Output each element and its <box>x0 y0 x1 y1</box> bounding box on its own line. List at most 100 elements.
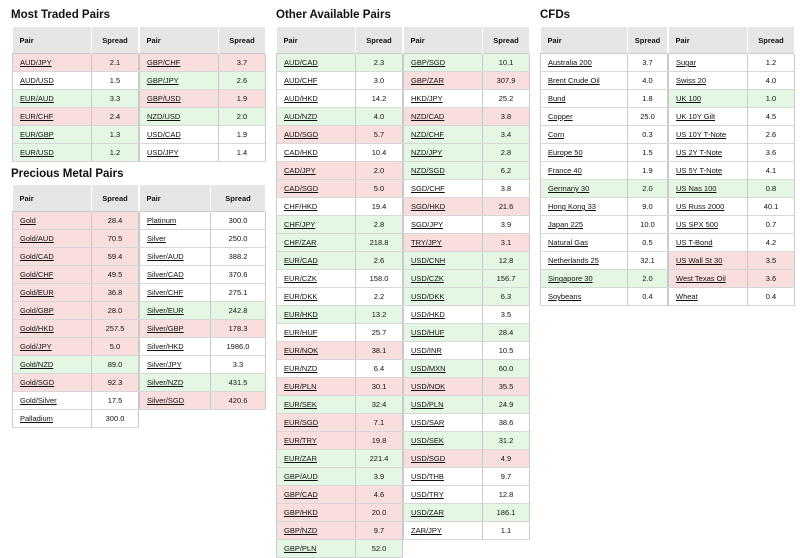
pair-link[interactable]: EUR/SGD <box>284 418 318 427</box>
pair-link[interactable]: GBP/CHF <box>147 58 180 67</box>
pair-link[interactable]: EUR/CZK <box>284 274 317 283</box>
pair-link[interactable]: AUD/USD <box>20 76 54 85</box>
pair-link[interactable]: USD/ZAR <box>411 508 444 517</box>
pair-link[interactable]: Gold/CAD <box>20 252 54 261</box>
pair-link[interactable]: GBP/NZD <box>284 526 317 535</box>
pair-link[interactable]: US Wall St 30 <box>676 256 722 265</box>
pair-link[interactable]: Gold/JPY <box>20 342 52 351</box>
pair-link[interactable]: USD/CZK <box>411 274 444 283</box>
pair-link[interactable]: Netherlands 25 <box>548 256 599 265</box>
pair-link[interactable]: Gold/NZD <box>20 360 53 369</box>
pair-link[interactable]: CHF/HKD <box>284 202 317 211</box>
pair-link[interactable]: Silver/JPY <box>147 360 182 369</box>
pair-link[interactable]: Gold <box>20 216 36 225</box>
pair-link[interactable]: Silver/HKD <box>147 342 184 351</box>
pair-link[interactable]: Singapore 30 <box>548 274 593 283</box>
pair-link[interactable]: SGD/HKD <box>411 202 445 211</box>
pair-link[interactable]: ZAR/JPY <box>411 526 442 535</box>
pair-link[interactable]: Gold/AUD <box>20 234 54 243</box>
pair-link[interactable]: EUR/PLN <box>284 382 317 391</box>
pair-link[interactable]: Silver/CHF <box>147 288 183 297</box>
pair-link[interactable]: EUR/CHF <box>20 112 53 121</box>
pair-link[interactable]: Bund <box>548 94 566 103</box>
pair-link[interactable]: Germany 30 <box>548 184 589 193</box>
pair-link[interactable]: HKD/JPY <box>411 94 443 103</box>
pair-link[interactable]: CAD/HKD <box>284 148 318 157</box>
pair-link[interactable]: Soybeans <box>548 292 581 301</box>
pair-link[interactable]: Gold/HKD <box>20 324 54 333</box>
pair-link[interactable]: Australia 200 <box>548 58 592 67</box>
pair-link[interactable]: CHF/ZAR <box>284 238 317 247</box>
pair-link[interactable]: Sugar <box>676 58 696 67</box>
pair-link[interactable]: NZD/USD <box>147 112 180 121</box>
pair-link[interactable]: US Russ 2000 <box>676 202 724 211</box>
pair-link[interactable]: Swiss 20 <box>676 76 706 85</box>
pair-link[interactable]: Gold/EUR <box>20 288 54 297</box>
pair-link[interactable]: Silver/NZD <box>147 378 183 387</box>
pair-link[interactable]: USD/PLN <box>411 400 444 409</box>
pair-link[interactable]: EUR/HUF <box>284 328 317 337</box>
pair-link[interactable]: US Nas 100 <box>676 184 716 193</box>
pair-link[interactable]: AUD/CHF <box>284 76 317 85</box>
pair-link[interactable]: EUR/GBP <box>20 130 54 139</box>
pair-link[interactable]: US 2Y T-Note <box>676 148 722 157</box>
pair-link[interactable]: TRY/JPY <box>411 238 442 247</box>
pair-link[interactable]: NZD/JPY <box>411 148 442 157</box>
pair-link[interactable]: EUR/AUD <box>20 94 54 103</box>
pair-link[interactable]: NZD/CAD <box>411 112 444 121</box>
pair-link[interactable]: GBP/AUD <box>284 472 318 481</box>
pair-link[interactable]: Silver <box>147 234 166 243</box>
pair-link[interactable]: USD/MXN <box>411 364 446 373</box>
pair-link[interactable]: EUR/NOK <box>284 346 318 355</box>
pair-link[interactable]: Silver/EUR <box>147 306 184 315</box>
pair-link[interactable]: USD/SAR <box>411 418 444 427</box>
pair-link[interactable]: GBP/SGD <box>411 58 445 67</box>
pair-link[interactable]: Brent Crude Oil <box>548 76 600 85</box>
pair-link[interactable]: EUR/DKK <box>284 292 317 301</box>
pair-link[interactable]: Copper <box>548 112 573 121</box>
pair-link[interactable]: US T-Bond <box>676 238 713 247</box>
pair-link[interactable]: Platinum <box>147 216 176 225</box>
pair-link[interactable]: Gold/CHF <box>20 270 53 279</box>
pair-link[interactable]: Gold/SGD <box>20 378 54 387</box>
pair-link[interactable]: EUR/NZD <box>284 364 317 373</box>
pair-link[interactable]: USD/JPY <box>147 148 179 157</box>
pair-link[interactable]: CHF/JPY <box>284 220 315 229</box>
pair-link[interactable]: Silver/GBP <box>147 324 184 333</box>
pair-link[interactable]: AUD/HKD <box>284 94 318 103</box>
pair-link[interactable]: Europe 50 <box>548 148 583 157</box>
pair-link[interactable]: Palladium <box>20 414 53 423</box>
pair-link[interactable]: West Texas Oil <box>676 274 726 283</box>
pair-link[interactable]: Hong Kong 33 <box>548 202 596 211</box>
pair-link[interactable]: Natural Gas <box>548 238 588 247</box>
pair-link[interactable]: Gold/GBP <box>20 306 54 315</box>
pair-link[interactable]: GBP/JPY <box>147 76 179 85</box>
pair-link[interactable]: US 5Y T-Note <box>676 166 722 175</box>
pair-link[interactable]: EUR/USD <box>20 148 54 157</box>
pair-link[interactable]: AUD/JPY <box>20 58 52 67</box>
pair-link[interactable]: NZD/CHF <box>411 130 444 139</box>
pair-link[interactable]: USD/HKD <box>411 310 445 319</box>
pair-link[interactable]: UK 100 <box>676 94 701 103</box>
pair-link[interactable]: CAD/JPY <box>284 166 316 175</box>
pair-link[interactable]: USD/SEK <box>411 436 444 445</box>
pair-link[interactable]: CAD/SGD <box>284 184 318 193</box>
pair-link[interactable]: EUR/ZAR <box>284 454 317 463</box>
pair-link[interactable]: EUR/TRY <box>284 436 317 445</box>
pair-link[interactable]: AUD/CAD <box>284 58 318 67</box>
pair-link[interactable]: AUD/NZD <box>284 112 317 121</box>
pair-link[interactable]: Silver/CAD <box>147 270 184 279</box>
pair-link[interactable]: France 40 <box>548 166 582 175</box>
pair-link[interactable]: USD/CNH <box>411 256 445 265</box>
pair-link[interactable]: GBP/USD <box>147 94 181 103</box>
pair-link[interactable]: UK 10Y Gilt <box>676 112 715 121</box>
pair-link[interactable]: EUR/CAD <box>284 256 318 265</box>
pair-link[interactable]: US 10Y T-Note <box>676 130 726 139</box>
pair-link[interactable]: SGD/JPY <box>411 220 443 229</box>
pair-link[interactable]: USD/NOK <box>411 382 445 391</box>
pair-link[interactable]: EUR/SEK <box>284 400 317 409</box>
pair-link[interactable]: USD/TRY <box>411 490 444 499</box>
pair-link[interactable]: US SPX 500 <box>676 220 718 229</box>
pair-link[interactable]: GBP/ZAR <box>411 76 444 85</box>
pair-link[interactable]: USD/HUF <box>411 328 444 337</box>
